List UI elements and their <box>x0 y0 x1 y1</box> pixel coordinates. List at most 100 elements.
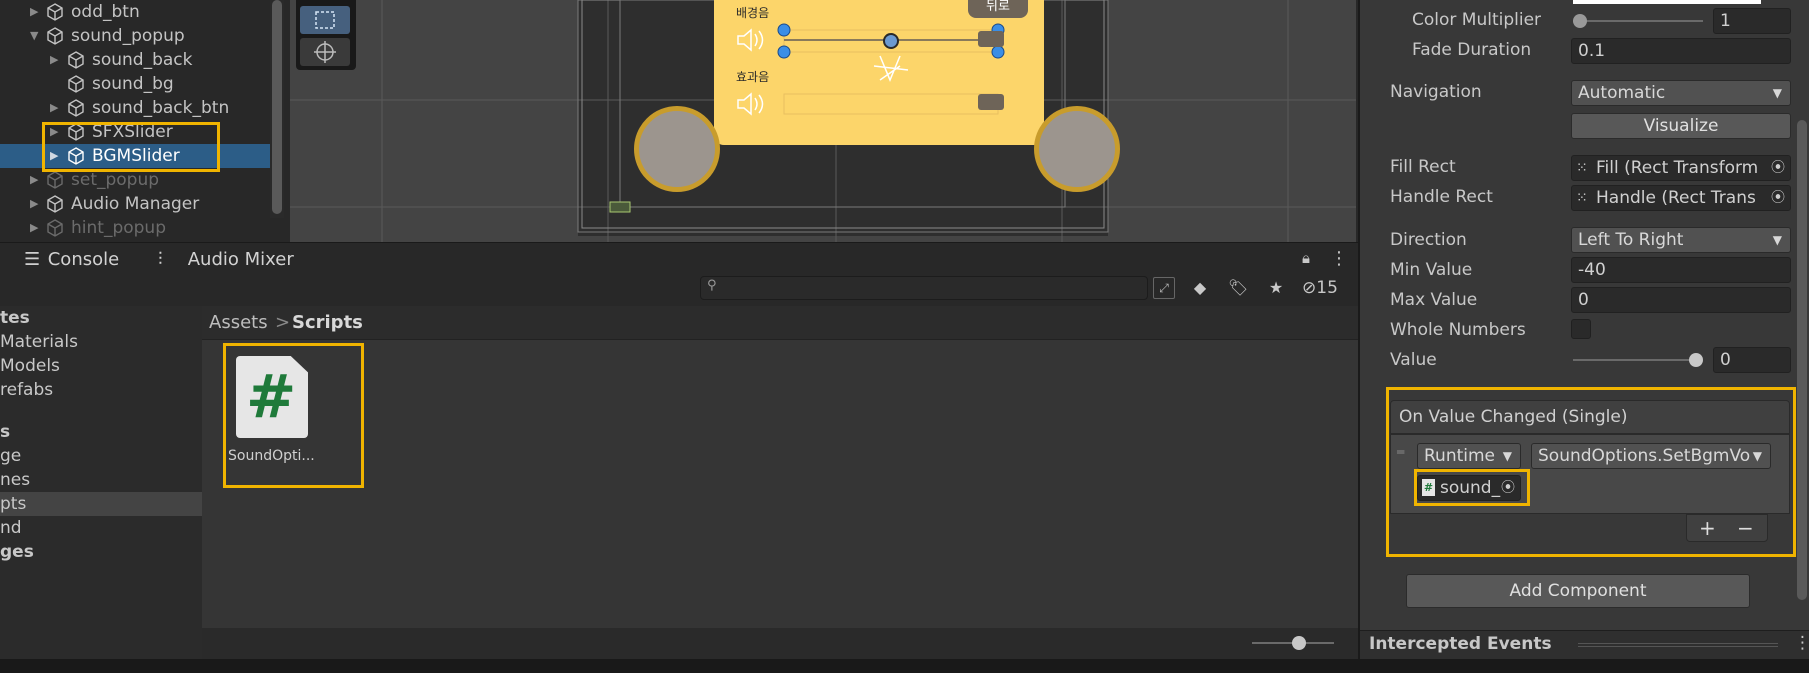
lock-icon[interactable]: 🔒︎ <box>1302 249 1316 269</box>
value-slider-track[interactable] <box>1573 359 1695 361</box>
folder-item[interactable]: s <box>0 420 10 444</box>
folder-item[interactable]: ge <box>0 444 21 468</box>
hierarchy-item-sound-popup[interactable]: ▼ sound_popup <box>0 24 270 48</box>
project-asset-area[interactable] <box>202 306 1358 659</box>
folder-item-selected[interactable]: pts <box>0 492 202 516</box>
left-circle-button[interactable] <box>634 106 720 192</box>
direction-dropdown[interactable]: Left To Right ▼ <box>1571 227 1791 253</box>
intercepted-events-bar: Intercepted Events ⋮ <box>1360 630 1809 659</box>
expand-arrow-icon[interactable]: ▶ <box>30 0 38 24</box>
gameobject-icon <box>68 51 84 69</box>
object-picker-icon[interactable]: ⦿ <box>1766 156 1790 180</box>
hidden-packages-toggle[interactable]: ⊘15 <box>1302 276 1354 300</box>
breadcrumb-separator: > <box>275 312 291 333</box>
editor-status-bar <box>0 659 1809 673</box>
sound-popup[interactable]: 뒤로 배경음 효과음 <box>714 0 1044 145</box>
direction-label: Direction <box>1390 230 1467 250</box>
fade-duration-label: Fade Duration <box>1412 40 1532 60</box>
expand-arrow-icon[interactable]: ▶ <box>30 168 38 192</box>
search-icon: ⚲ <box>707 278 717 293</box>
filter-type-icon[interactable]: ◆ <box>1188 276 1212 300</box>
color-multiplier-slider-handle[interactable] <box>1573 14 1587 28</box>
breadcrumb-scripts[interactable]: Scripts <box>292 306 363 340</box>
color-multiplier-slider-track[interactable] <box>1573 20 1703 22</box>
expand-arrow-icon[interactable]: ▶ <box>30 192 38 216</box>
value-label: Value <box>1390 350 1437 370</box>
visualize-button[interactable]: Visualize <box>1571 113 1791 139</box>
rect-tool-button[interactable] <box>300 6 350 34</box>
color-swatch[interactable] <box>1573 0 1761 4</box>
min-value-field[interactable]: -40 <box>1571 257 1791 283</box>
folder-item[interactable]: ges <box>0 540 34 564</box>
gameobject-icon <box>47 171 63 189</box>
inspector-scrollbar[interactable] <box>1797 120 1807 600</box>
gameobject-icon <box>47 219 63 237</box>
folder-item[interactable]: Materials <box>0 330 78 354</box>
gameobject-icon <box>47 27 63 45</box>
whole-numbers-checkbox[interactable] <box>1571 319 1591 339</box>
rect-transform-icon: ⁙ <box>1576 190 1588 206</box>
value-slider-handle[interactable] <box>1689 353 1703 367</box>
eye-slash-icon: ⊘ <box>1302 278 1317 298</box>
folder-item[interactable]: nd <box>0 516 22 540</box>
gameobject-icon <box>47 195 63 213</box>
hierarchy-item-sound-back[interactable]: ▶ sound_back <box>0 48 270 72</box>
gameobject-icon <box>68 75 84 93</box>
mixer-icon: ⫶ <box>158 249 163 270</box>
popup-sliders-graphic <box>737 23 1005 116</box>
hierarchy-item-hint-popup[interactable]: ▶ hint_popup <box>0 216 270 240</box>
expand-arrow-icon[interactable]: ▶ <box>50 96 58 120</box>
tab-console[interactable]: ☰ Console <box>24 243 119 277</box>
inspector-panel: Color Multiplier 1 Fade Duration 0.1 Nav… <box>1358 0 1809 673</box>
highlight-box-script <box>223 343 364 488</box>
hierarchy-scrollbar[interactable] <box>270 0 284 218</box>
navigation-label: Navigation <box>1390 82 1482 102</box>
highlight-box-sliders <box>42 122 220 172</box>
favorite-star-icon[interactable]: ★ <box>1264 276 1288 300</box>
breadcrumb-assets[interactable]: Assets <box>209 306 268 340</box>
folder-item[interactable]: Models <box>0 354 60 378</box>
intercepted-events-divider <box>1578 643 1778 647</box>
more-options-icon[interactable]: ⋮ <box>1330 247 1348 271</box>
object-picker-icon[interactable]: ⦿ <box>1766 186 1790 210</box>
chevron-down-icon: ▼ <box>1772 233 1782 247</box>
hierarchy-item-sound-bg[interactable]: sound_bg <box>0 72 270 96</box>
fade-duration-field[interactable]: 0.1 <box>1571 38 1791 64</box>
color-multiplier-label: Color Multiplier <box>1412 10 1542 30</box>
hierarchy-item-odd-btn[interactable]: ▶ odd_btn <box>0 0 270 24</box>
min-value-label: Min Value <box>1390 260 1473 280</box>
project-search-input[interactable]: ⚲ ⤢ <box>700 276 1175 300</box>
filter-label-icon[interactable]: 🏷︎ <box>1226 276 1250 300</box>
expand-arrow-icon[interactable]: ▶ <box>30 216 38 240</box>
rect-transform-icon: ⁙ <box>1576 160 1588 176</box>
expand-arrow-icon[interactable]: ▶ <box>50 48 58 72</box>
scene-view[interactable]: 뒤로 배경음 효과음 <box>290 0 1356 242</box>
tab-audio-mixer[interactable]: ⫶ Audio Mixer <box>158 243 294 277</box>
scrollbar-thumb[interactable] <box>272 0 282 214</box>
add-component-button[interactable]: Add Component <box>1406 574 1750 608</box>
project-folder-tree: tes Materials Models refabs s ge nes pts… <box>0 306 202 659</box>
max-value-field[interactable]: 0 <box>1571 287 1791 313</box>
highlight-box-object <box>1414 469 1530 506</box>
collapse-arrow-icon[interactable]: ▼ <box>30 24 38 48</box>
hierarchy-item-sound-back-btn[interactable]: ▶ sound_back_btn <box>0 96 270 120</box>
scene-tools-palette <box>296 0 356 70</box>
folder-item[interactable]: tes <box>0 306 30 330</box>
fill-rect-field[interactable]: ⁙ Fill (Rect Transform ⦿ <box>1571 155 1791 181</box>
breadcrumb: Assets > Scripts <box>202 306 1358 340</box>
color-multiplier-field[interactable]: 1 <box>1713 8 1791 34</box>
right-circle-button[interactable] <box>1034 106 1120 192</box>
zoom-slider-handle[interactable] <box>1292 636 1306 650</box>
hierarchy-item-audio-manager[interactable]: ▶ Audio Manager <box>0 192 270 216</box>
rect-tool-icon <box>315 11 335 29</box>
folder-item[interactable]: refabs <box>0 378 53 402</box>
folder-item[interactable]: nes <box>0 468 30 492</box>
transform-tool-button[interactable] <box>300 38 350 66</box>
navigation-dropdown[interactable]: Automatic ▼ <box>1571 80 1791 106</box>
handle-rect-field[interactable]: ⁙ Handle (Rect Trans ⦿ <box>1571 185 1791 211</box>
value-field[interactable]: 0 <box>1713 347 1791 373</box>
transform-tool-icon <box>314 41 336 63</box>
hierarchy-panel: ▶ odd_btn ▼ sound_popup ▶ sound_back sou… <box>0 0 288 242</box>
search-window-icon[interactable]: ⤢ <box>1153 277 1175 299</box>
more-options-icon[interactable]: ⋮ <box>1794 633 1809 653</box>
